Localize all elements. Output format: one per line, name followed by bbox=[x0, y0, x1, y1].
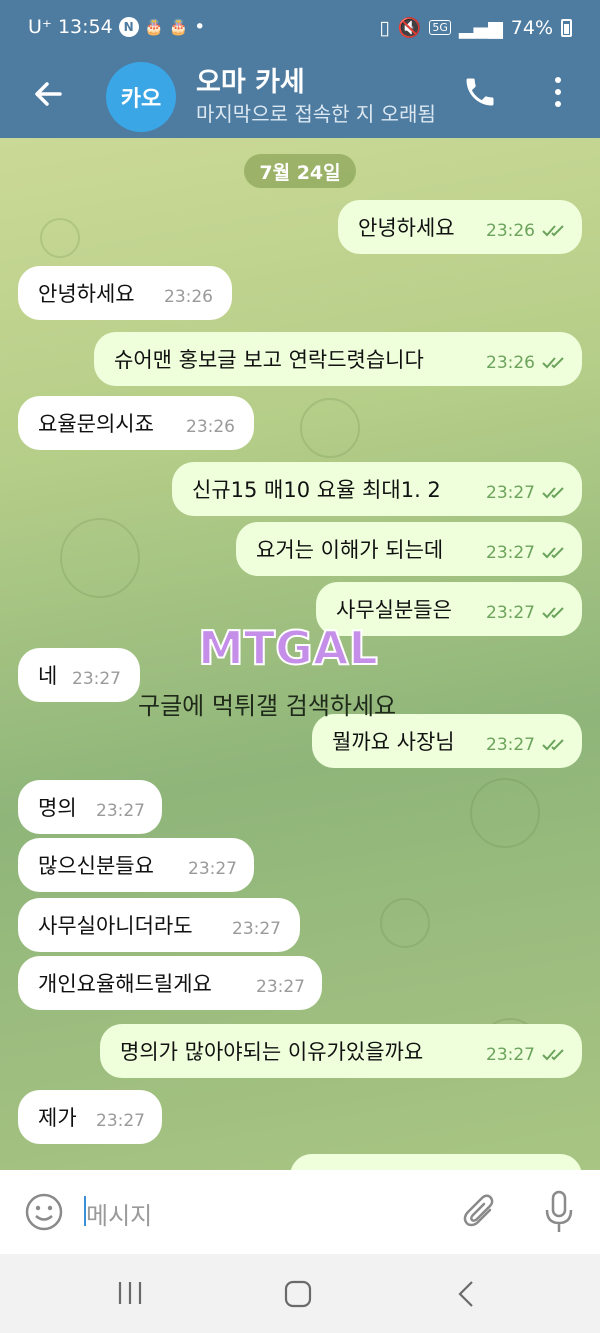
message-text: 명의 bbox=[38, 796, 77, 820]
double-check-icon bbox=[542, 357, 564, 369]
date-separator: 7월 24일 bbox=[244, 154, 356, 188]
message-time: 23:27 bbox=[486, 543, 535, 563]
message-bubble-outgoing[interactable]: 뭘까요 사장님 23:27 bbox=[312, 714, 582, 768]
chat-last-seen: 마지막으로 접속한 지 오래됨 bbox=[196, 102, 436, 126]
battery-level: 74% bbox=[510, 16, 553, 39]
double-check-icon bbox=[542, 739, 564, 751]
message-time: 23:27 bbox=[232, 919, 281, 939]
message-input-bar: 메시지 bbox=[0, 1170, 600, 1254]
home-icon[interactable] bbox=[284, 1280, 312, 1308]
message-bubble-incoming[interactable]: 네 23:27 bbox=[18, 648, 140, 702]
message-text: 제가 bbox=[38, 1106, 77, 1130]
message-time: 23:27 bbox=[256, 977, 305, 997]
message-bubble-outgoing-partial[interactable] bbox=[290, 1154, 582, 1170]
system-navigation-bar bbox=[0, 1254, 600, 1333]
message-text: 개인요율해드릴게요 bbox=[38, 972, 212, 996]
message-bubble-incoming[interactable]: 제가 23:27 bbox=[18, 1090, 162, 1144]
message-text: 요율문의시죠 bbox=[38, 412, 154, 436]
message-time: 23:27 bbox=[188, 859, 237, 879]
message-bubble-outgoing[interactable]: 신규15 매10 요율 최대1. 2 23:27 bbox=[172, 462, 582, 516]
chat-messages[interactable]: 7월 24일 안녕하세요 23:26 안녕하세요 23:26 슈어맨 홍보글 보… bbox=[0, 138, 600, 1170]
background-doodle bbox=[470, 778, 540, 848]
more-vertical-icon[interactable] bbox=[548, 74, 568, 110]
message-time: 23:27 bbox=[96, 1111, 145, 1131]
carrier-label: U⁺ bbox=[28, 16, 52, 38]
clock: 13:54 bbox=[57, 16, 113, 38]
message-bubble-outgoing[interactable]: 명의가 많아야되는 이유가있을까요 23:27 bbox=[100, 1024, 582, 1078]
message-input[interactable]: 메시지 bbox=[86, 1196, 152, 1231]
message-time: 23:26 bbox=[164, 287, 213, 307]
message-bubble-incoming[interactable]: 요율문의시죠 23:26 bbox=[18, 396, 254, 450]
notification-n-icon: N bbox=[118, 17, 139, 37]
message-time: 23:27 bbox=[486, 735, 535, 755]
background-doodle bbox=[60, 518, 140, 598]
paperclip-icon[interactable] bbox=[462, 1192, 498, 1232]
signal-icon: ▂▄▆ bbox=[458, 16, 503, 39]
message-time: 23:27 bbox=[486, 483, 535, 503]
message-time: 23:27 bbox=[72, 669, 121, 689]
recent-apps-icon[interactable] bbox=[116, 1280, 144, 1306]
double-check-icon bbox=[542, 487, 564, 499]
background-doodle bbox=[40, 218, 80, 258]
message-text: 안녕하세요 bbox=[38, 282, 135, 306]
chat-header: 카오 오마 카세 마지막으로 접속한 지 오래됨 bbox=[0, 56, 600, 138]
phone-icon[interactable] bbox=[462, 74, 498, 110]
dot-icon: • bbox=[194, 16, 206, 38]
message-bubble-incoming[interactable]: 많으신분들요 23:27 bbox=[18, 838, 254, 892]
double-check-icon bbox=[542, 547, 564, 559]
watermark-logo-text: MTGAL bbox=[198, 621, 378, 674]
message-text: 안녕하세요 bbox=[358, 216, 455, 240]
message-bubble-incoming[interactable]: 개인요율해드릴게요 23:27 bbox=[18, 956, 322, 1010]
message-text: 많으신분들요 bbox=[38, 854, 154, 878]
message-time: 23:27 bbox=[486, 1045, 535, 1065]
message-time: 23:26 bbox=[186, 417, 235, 437]
chat-title[interactable]: 오마 카세 bbox=[196, 60, 305, 99]
mtgal-watermark-logo: MTGAL bbox=[197, 620, 379, 674]
message-text: 뭘까요 사장님 bbox=[332, 730, 455, 754]
message-time: 23:26 bbox=[486, 353, 535, 373]
message-bubble-outgoing[interactable]: 안녕하세요 23:26 bbox=[338, 200, 582, 254]
network-type: 5G bbox=[429, 20, 451, 35]
microphone-icon[interactable] bbox=[544, 1190, 574, 1234]
message-text: 요거는 이해가 되는데 bbox=[256, 538, 444, 562]
background-doodle bbox=[300, 398, 360, 458]
message-time: 23:26 bbox=[486, 221, 535, 241]
cake-icon: 🎂 bbox=[144, 18, 164, 36]
message-time: 23:27 bbox=[96, 801, 145, 821]
double-check-icon bbox=[542, 225, 564, 237]
double-check-icon bbox=[542, 607, 564, 619]
back-nav-icon[interactable] bbox=[456, 1280, 476, 1308]
watermark-caption: 구글에 먹튀갤 검색하세요 bbox=[138, 692, 397, 720]
message-text: 사무실아니더라도 bbox=[38, 914, 193, 938]
message-bubble-incoming[interactable]: 명의 23:27 bbox=[18, 780, 162, 834]
double-check-icon bbox=[542, 1049, 564, 1061]
avatar[interactable]: 카오 bbox=[106, 62, 176, 132]
arrow-left-icon[interactable] bbox=[28, 74, 68, 114]
message-time: 23:27 bbox=[486, 603, 535, 623]
battery-icon bbox=[561, 18, 572, 37]
alarm-icon: ▯ bbox=[379, 16, 390, 39]
background-doodle bbox=[380, 898, 430, 948]
message-text: 명의가 많아야되는 이유가있을까요 bbox=[120, 1040, 424, 1064]
smiley-icon[interactable] bbox=[24, 1192, 64, 1232]
message-bubble-incoming[interactable]: 사무실아니더라도 23:27 bbox=[18, 898, 300, 952]
mute-icon: 🔇 bbox=[397, 17, 422, 39]
message-text: 네 bbox=[38, 664, 58, 688]
message-text: 슈어맨 홍보글 보고 연락드렷습니다 bbox=[114, 348, 424, 372]
message-text: 신규15 매10 요율 최대1. 2 bbox=[192, 478, 441, 502]
message-bubble-outgoing[interactable]: 요거는 이해가 되는데 23:27 bbox=[236, 522, 582, 576]
message-bubble-outgoing[interactable]: 슈어맨 홍보글 보고 연락드렷습니다 23:26 bbox=[94, 332, 582, 386]
message-bubble-incoming[interactable]: 안녕하세요 23:26 bbox=[18, 266, 232, 320]
status-bar: U⁺ 13:54 N 🎂 🎂 • ▯ 🔇 5G ▂▄▆ 74% bbox=[0, 0, 600, 56]
cake-icon: 🎂 bbox=[169, 18, 189, 36]
